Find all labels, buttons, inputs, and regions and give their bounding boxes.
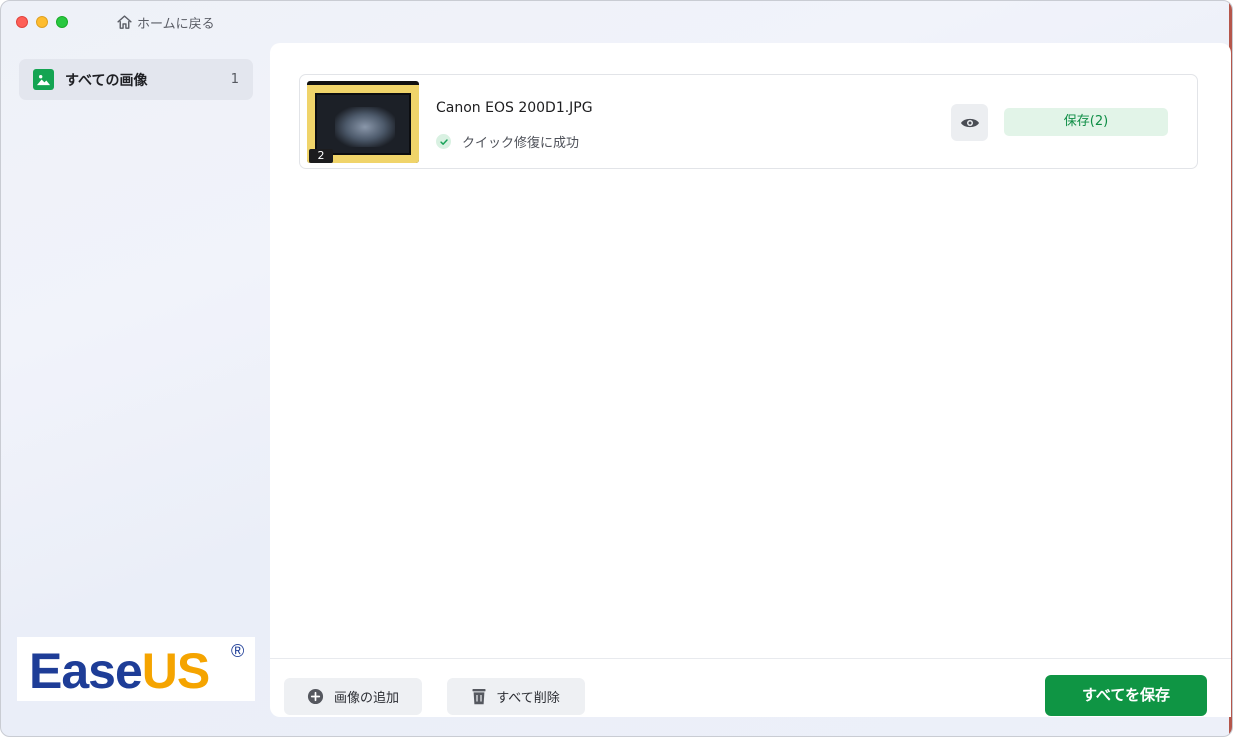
app-window: ホームに戻る すべての画像 1 EaseUS ® 2 Canon EOS 200… xyxy=(0,0,1233,737)
sidebar-item-label: すべての画像 xyxy=(65,72,148,89)
eye-icon xyxy=(960,118,979,127)
delete-all-label: すべて削除 xyxy=(496,691,560,706)
close-window-button[interactable] xyxy=(16,16,28,28)
sidebar-item-count: 1 xyxy=(230,72,239,87)
title-bar: ホームに戻る xyxy=(1,1,1232,43)
logo-text: EaseUS xyxy=(29,643,210,699)
status-text: クイック修復に成功 xyxy=(462,136,580,151)
minimize-window-button[interactable] xyxy=(36,16,48,28)
file-thumbnail[interactable]: 2 xyxy=(307,81,419,163)
add-images-label: 画像の追加 xyxy=(333,691,399,706)
save-all-button[interactable]: すべてを保存 xyxy=(1045,675,1207,716)
plus-circle-icon xyxy=(307,688,324,705)
trash-icon xyxy=(472,689,486,705)
registered-mark: ® xyxy=(231,641,245,661)
image-count-badge: 2 xyxy=(309,149,333,163)
home-icon xyxy=(117,14,132,29)
footer-divider xyxy=(270,658,1231,659)
back-to-home-label: ホームに戻る xyxy=(137,16,215,32)
main-panel: 2 Canon EOS 200D1.JPG クイック修復に成功 保存(2) 画像… xyxy=(270,43,1231,717)
image-icon xyxy=(33,69,54,90)
preview-button[interactable] xyxy=(951,104,988,141)
zoom-window-button[interactable] xyxy=(56,16,68,28)
delete-all-button[interactable]: すべて削除 xyxy=(447,678,585,715)
repair-status: クイック修復に成功 xyxy=(436,132,579,151)
easeus-logo: EaseUS ® xyxy=(17,637,255,701)
add-images-button[interactable]: 画像の追加 xyxy=(284,678,422,715)
file-name: Canon EOS 200D1.JPG xyxy=(436,100,593,116)
file-row: 2 Canon EOS 200D1.JPG クイック修復に成功 保存(2) xyxy=(299,74,1198,169)
sidebar: すべての画像 1 EaseUS ® xyxy=(1,43,269,736)
save-file-button[interactable]: 保存(2) xyxy=(1004,108,1168,136)
check-icon xyxy=(436,134,451,149)
back-to-home-button[interactable]: ホームに戻る xyxy=(116,12,215,32)
sidebar-item-all-images[interactable]: すべての画像 1 xyxy=(19,59,253,100)
